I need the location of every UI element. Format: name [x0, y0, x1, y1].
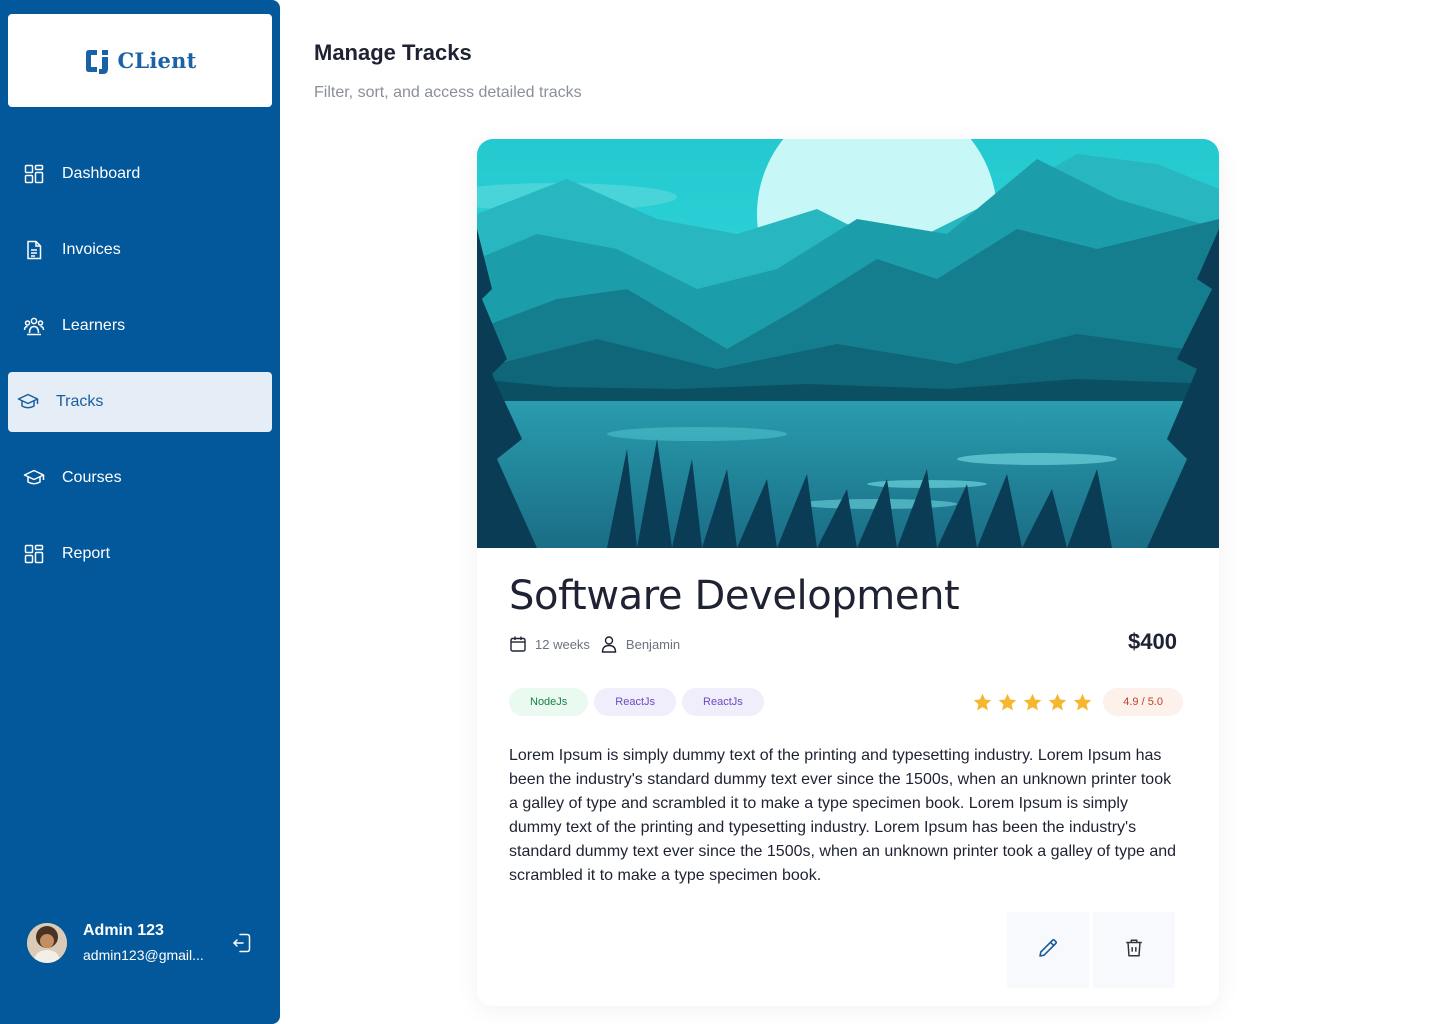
edit-button[interactable]: [1007, 912, 1089, 988]
sidebar-item-invoices[interactable]: Invoices: [8, 220, 272, 280]
sidebar-item-learners[interactable]: Learners: [8, 296, 272, 356]
sidebar-item-label: Report: [62, 545, 111, 562]
sidebar-item-dashboard[interactable]: Dashboard: [8, 144, 272, 204]
star-icon: [997, 692, 1018, 713]
document-icon: [23, 239, 45, 261]
sidebar-item-label: Invoices: [62, 241, 121, 258]
page-subtitle: Filter, sort, and access detailed tracks: [314, 84, 582, 101]
user-icon: [600, 635, 618, 653]
track-price: $400: [1128, 629, 1177, 654]
star-icon: [972, 692, 993, 713]
track-duration: 12 weeks: [535, 636, 590, 652]
user-email: admin123@gmail...: [83, 947, 204, 963]
track-cover-image: [477, 139, 1219, 548]
sidebar-item-report[interactable]: Report: [8, 524, 272, 584]
track-actions: [1007, 912, 1175, 988]
tag: ReactJs: [594, 688, 677, 716]
track-instructor: Benjamin: [625, 636, 681, 652]
avatar[interactable]: [27, 923, 67, 963]
logo-mark-icon: [84, 47, 114, 75]
logo-text: CLient: [117, 48, 197, 73]
sidebar: CLient Dashboard Invoices Learners Track…: [0, 0, 280, 1024]
user-name: Admin 123: [83, 922, 164, 939]
track-title: Software Development: [509, 573, 960, 619]
track-meta: 12 weeks Benjamin: [509, 635, 690, 653]
sidebar-item-courses[interactable]: Courses: [8, 448, 272, 508]
star-icon: [1022, 692, 1043, 713]
pencil-icon: [1036, 936, 1060, 965]
trash-icon: [1123, 937, 1145, 964]
sidebar-item-label: Tracks: [56, 393, 104, 410]
sidebar-item-label: Dashboard: [62, 165, 141, 182]
grid-icon: [23, 163, 45, 185]
page-title: Manage Tracks: [314, 40, 472, 65]
sidebar-item-label: Learners: [62, 317, 126, 334]
graduation-cap-icon: [17, 391, 39, 413]
logout-icon[interactable]: [230, 931, 254, 955]
track-card: Software Development 12 weeks Benjamin $…: [477, 139, 1219, 1006]
track-tags: NodeJs ReactJs ReactJs: [509, 688, 764, 716]
sidebar-item-label: Courses: [62, 469, 122, 486]
tag: NodeJs: [509, 688, 589, 716]
grid-icon: [23, 543, 45, 565]
rating-badge: 4.9 / 5.0: [1103, 688, 1183, 716]
people-icon: [23, 315, 45, 337]
user-profile: Admin 123 admin123@gmail...: [27, 921, 267, 965]
star-icon: [1047, 692, 1068, 713]
graduation-cap-icon: [23, 467, 45, 489]
star-icon: [1072, 692, 1093, 713]
tag: ReactJs: [682, 688, 764, 716]
app-root: CLient Dashboard Invoices Learners Track…: [0, 0, 1440, 1024]
sidebar-item-tracks[interactable]: Tracks: [8, 372, 272, 432]
logo[interactable]: CLient: [8, 14, 272, 107]
delete-button[interactable]: [1093, 912, 1175, 988]
track-description: Lorem Ipsum is simply dummy text of the …: [509, 747, 1177, 884]
user-info: Admin 123 admin123@gmail...: [83, 921, 204, 965]
calendar-icon: [509, 635, 527, 653]
track-rating: 4.9 / 5.0: [972, 688, 1183, 716]
